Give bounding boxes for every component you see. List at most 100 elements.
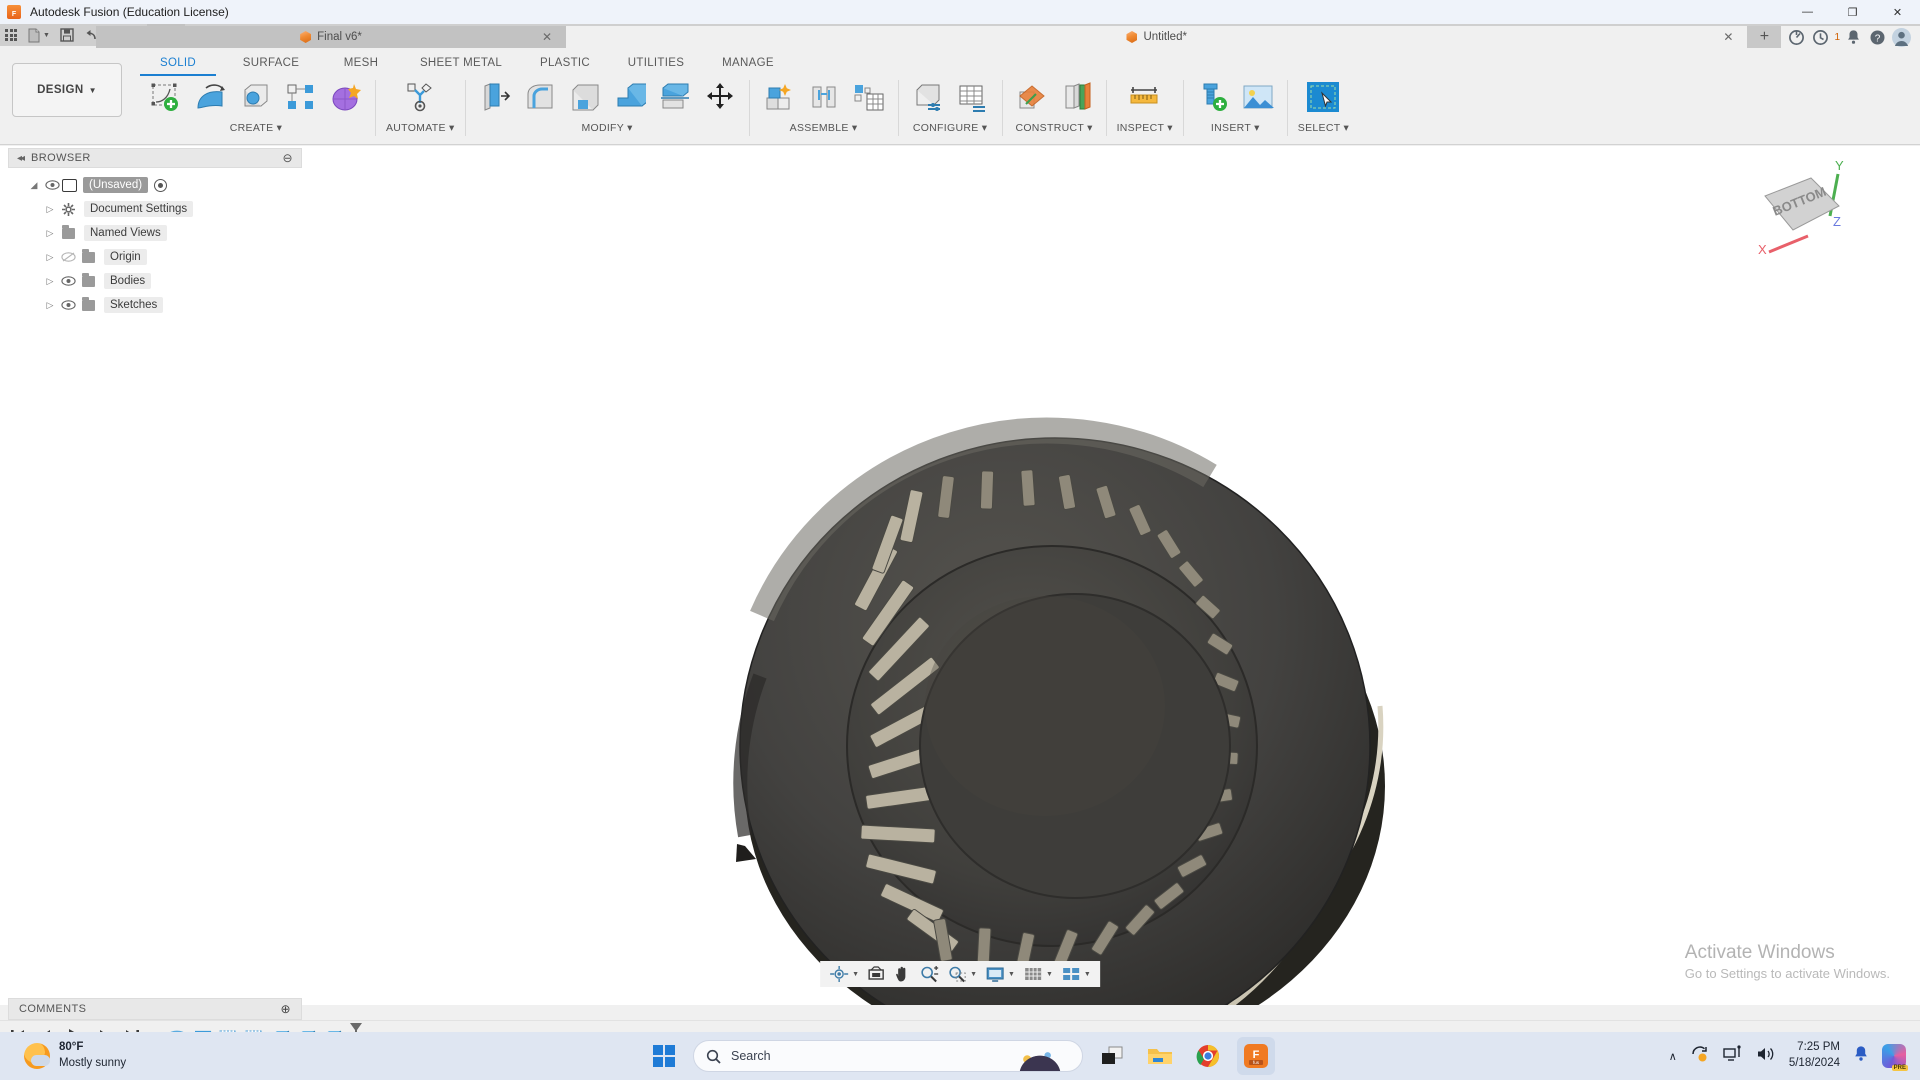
panel-label-inspect[interactable]: INSPECT ▾ [1117,122,1173,134]
ribbon-tab-manage[interactable]: MANAGE [708,54,788,76]
taskbar-search-box[interactable]: Search [693,1040,1083,1072]
document-tab-final[interactable]: Final v6* ✕ [96,26,566,48]
browser-node-label[interactable]: Document Settings [84,201,194,217]
view-cube[interactable]: X Y Z BOTTOM [1745,154,1865,269]
fillet-icon[interactable] [521,78,559,116]
move-copy-icon[interactable] [701,78,739,116]
browser-node-label[interactable]: Origin [104,249,147,265]
collapsed-arrow-icon[interactable]: ▷ [42,300,58,311]
collapsed-arrow-icon[interactable]: ▷ [42,276,58,287]
press-pull-icon[interactable] [476,78,514,116]
ribbon-tab-solid[interactable]: SOLID [140,54,216,76]
panel-label-select[interactable]: SELECT ▾ [1298,122,1349,134]
panel-label-configure[interactable]: CONFIGURE ▾ [913,122,988,134]
minimize-button[interactable]: — [1785,0,1830,24]
panel-label-modify[interactable]: MODIFY ▾ [581,122,632,134]
display-settings-button[interactable]: ▼ [982,963,1018,985]
task-view-button[interactable] [1093,1037,1131,1075]
notification-bell-icon[interactable] [1853,1045,1869,1067]
browser-node-document-settings[interactable]: ▷ Document Settings [8,197,302,221]
browser-node-label[interactable]: Named Views [84,225,167,241]
fit-button[interactable]: ▼ [944,963,980,985]
configure-table-icon[interactable] [954,78,992,116]
update-sync-icon[interactable] [1690,1045,1710,1068]
browser-node-label[interactable]: (Unsaved) [83,177,149,193]
comments-panel-header[interactable]: COMMENTS ⊕ [8,998,302,1020]
eye-visible-icon[interactable] [42,180,62,190]
tray-expand-chevron-icon[interactable]: ∧ [1669,1050,1677,1063]
orbit-button[interactable]: ▼ [826,963,862,985]
browser-node-origin[interactable]: ▷ Origin [8,245,302,269]
notifications-bell-icon[interactable] [1842,26,1864,48]
taskbar-clock[interactable]: 7:25 PM 5/18/2024 [1789,1040,1840,1071]
panel-label-automate[interactable]: AUTOMATE ▾ [386,122,455,134]
joint-icon[interactable] [805,78,843,116]
eye-visible-icon[interactable] [58,276,78,286]
copilot-icon[interactable] [1882,1044,1909,1071]
ribbon-tab-plastic[interactable]: PLASTIC [526,54,604,76]
measure-icon[interactable] [1126,78,1164,116]
loft-icon[interactable] [237,78,275,116]
extensions-icon[interactable] [1785,26,1807,48]
zoom-button[interactable] [916,963,942,985]
new-document-button[interactable]: ▼ [22,24,55,46]
expanded-arrow-icon[interactable]: ◢ [26,180,42,191]
grid-snaps-button[interactable]: ▼ [1020,963,1056,985]
maximize-button[interactable]: ❐ [1830,0,1875,24]
eye-hidden-icon[interactable] [58,252,78,262]
insert-canvas-icon[interactable] [1239,78,1277,116]
browser-header[interactable]: ◂◂ BROWSER ⊖ [8,148,302,168]
collapsed-arrow-icon[interactable]: ▷ [42,204,58,215]
revolve-icon[interactable] [192,78,230,116]
split-body-icon[interactable] [656,78,694,116]
start-button[interactable] [645,1037,683,1075]
close-icon[interactable]: ✕ [542,30,552,44]
ribbon-tab-sheet-metal[interactable]: SHEET METAL [406,54,516,76]
browser-node-label[interactable]: Sketches [104,297,164,313]
minimize-panel-icon[interactable]: ⊖ [283,151,293,165]
eye-visible-icon[interactable] [58,300,78,310]
browser-node-named-views[interactable]: ▷ Named Views [8,221,302,245]
collapsed-arrow-icon[interactable]: ▷ [42,252,58,263]
assemble-table-icon[interactable] [850,78,888,116]
chrome-button[interactable] [1189,1037,1227,1075]
close-icon[interactable]: ✕ [1723,30,1733,44]
select-window-icon[interactable] [1304,78,1342,116]
collapse-panel-icon[interactable]: ◂◂ [17,153,25,164]
panel-label-assemble[interactable]: ASSEMBLE ▾ [790,122,858,134]
new-tab-button[interactable]: + [1747,26,1782,48]
panel-label-construct[interactable]: CONSTRUCT ▾ [1015,122,1092,134]
browser-node-label[interactable]: Bodies [104,273,152,289]
app-grid-button[interactable] [0,24,22,46]
configure-component-icon[interactable] [909,78,947,116]
add-comment-button[interactable]: ⊕ [281,1002,291,1016]
insert-mcmaster-icon[interactable] [1194,78,1232,116]
user-avatar[interactable] [1890,26,1912,48]
viewports-button[interactable]: ▼ [1058,963,1094,985]
document-tab-untitled[interactable]: Untitled* ✕ [566,26,1748,48]
offset-plane-icon[interactable] [1013,78,1051,116]
panel-label-insert[interactable]: INSERT ▾ [1211,122,1260,134]
workspace-switcher-button[interactable]: DESIGN ▼ [12,63,122,117]
volume-icon[interactable] [1756,1045,1776,1068]
browser-node-unsaved[interactable]: ◢ (Unsaved) [8,173,302,197]
combine-icon[interactable] [611,78,649,116]
form-icon[interactable] [327,78,365,116]
fusion-taskbar-button[interactable]: Ffus [1237,1037,1275,1075]
browser-node-sketches[interactable]: ▷ Sketches [8,293,302,317]
network-icon[interactable] [1723,1044,1743,1068]
job-status-icon[interactable] [1809,26,1831,48]
taskbar-weather-widget[interactable]: 80°F Mostly sunny [0,1040,126,1071]
help-question-icon[interactable]: ? [1866,26,1888,48]
ribbon-tab-mesh[interactable]: MESH [326,54,396,76]
panel-label-create[interactable]: CREATE ▾ [230,122,282,134]
close-button[interactable]: ✕ [1875,0,1920,24]
ribbon-tab-utilities[interactable]: UTILITIES [614,54,698,76]
automate-icon[interactable] [401,78,439,116]
activate-component-radio[interactable] [154,178,168,192]
save-button[interactable] [55,24,79,46]
plane-at-angle-icon[interactable] [1058,78,1096,116]
ribbon-tab-surface[interactable]: SURFACE [226,54,316,76]
pattern-icon[interactable] [282,78,320,116]
browser-node-bodies[interactable]: ▷ Bodies [8,269,302,293]
